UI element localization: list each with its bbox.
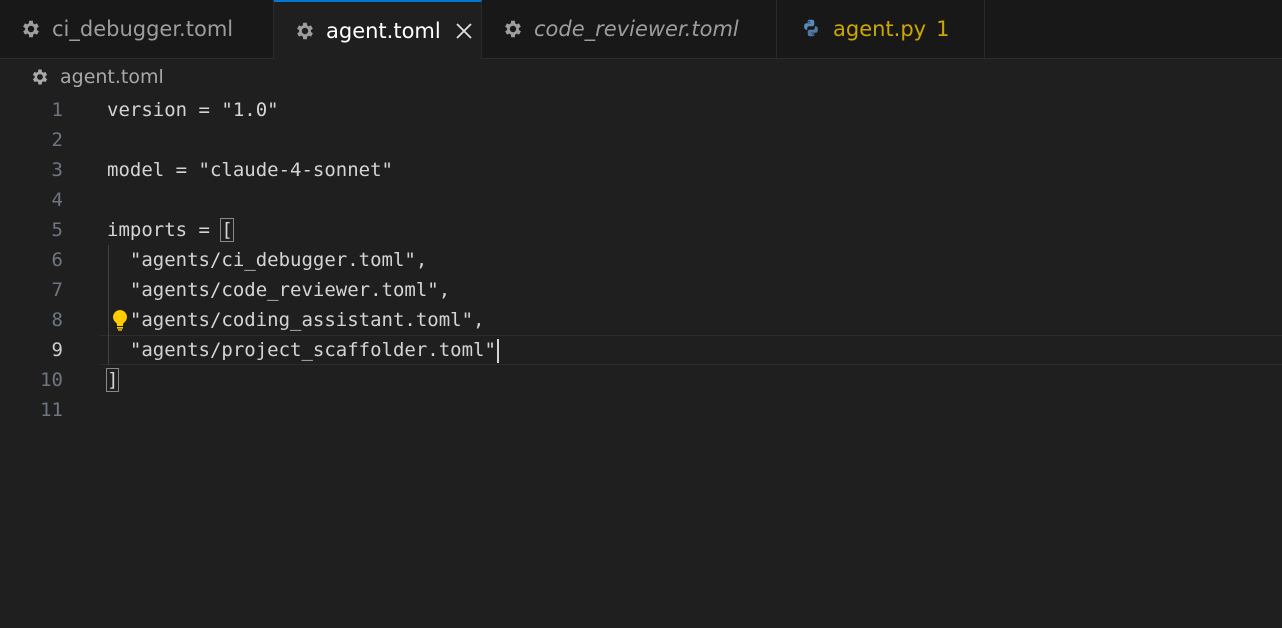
code-line-current[interactable]: 9 "agents/project_scaffolder.toml": [0, 335, 1282, 365]
line-number: 9: [51, 339, 63, 361]
line-text: ]: [105, 365, 120, 395]
problem-count-badge: 1: [936, 17, 950, 41]
lightbulb-icon[interactable]: [111, 309, 129, 331]
code-line[interactable]: 2: [0, 125, 1282, 155]
line-text: "agents/ci_debugger.toml",: [107, 249, 428, 271]
gear-icon: [294, 20, 316, 42]
code-line[interactable]: 1 version = "1.0": [0, 95, 1282, 125]
code-line[interactable]: 3 model = "claude-4-sonnet": [0, 155, 1282, 185]
tab-label: ci_debugger.toml: [52, 17, 234, 41]
line-text: model = "claude-4-sonnet": [107, 159, 393, 181]
tab-ci-debugger[interactable]: ci_debugger.toml: [0, 0, 274, 58]
code-line[interactable]: 7 "agents/code_reviewer.toml",: [0, 275, 1282, 305]
code-line[interactable]: 6 "agents/ci_debugger.toml",: [0, 245, 1282, 275]
line-text: "agents/coding_assistant.toml",: [107, 309, 485, 331]
close-icon[interactable]: [455, 22, 473, 40]
gear-icon: [30, 67, 50, 87]
python-icon: [801, 18, 823, 40]
line-text: imports = [: [107, 215, 234, 245]
code-editor[interactable]: 1 version = "1.0" 2 3 model = "claude-4-…: [0, 95, 1282, 425]
tab-agent-toml[interactable]: agent.toml: [274, 0, 482, 59]
line-number: 2: [51, 129, 63, 151]
tab-label: agent.py: [833, 17, 927, 41]
code-line[interactable]: 4: [0, 185, 1282, 215]
line-number: 11: [40, 399, 63, 421]
code-line[interactable]: 8 "agents/coding_assistant.toml",: [0, 305, 1282, 335]
breadcrumb[interactable]: agent.toml: [30, 64, 164, 90]
line-number: 7: [51, 279, 63, 301]
code-segment: "agents/project_scaffolder.toml": [107, 339, 496, 361]
tab-label: agent.toml: [326, 18, 441, 43]
code-segment: imports =: [107, 219, 222, 241]
matched-bracket: ]: [105, 368, 120, 392]
line-number: 8: [51, 309, 63, 331]
line-number: 10: [40, 369, 63, 391]
code-line[interactable]: 11: [0, 395, 1282, 425]
editor-tab-bar: ci_debugger.toml agent.toml code_reviewe…: [0, 0, 1282, 59]
matched-bracket: [: [220, 218, 234, 242]
breadcrumb-file-label: agent.toml: [60, 66, 164, 88]
line-number: 6: [51, 249, 63, 271]
code-line[interactable]: 10 ]: [0, 365, 1282, 395]
line-text: "agents/code_reviewer.toml",: [107, 279, 451, 301]
gear-icon: [20, 18, 42, 40]
tab-label: code_reviewer.toml: [534, 17, 739, 41]
line-number: 1: [51, 99, 63, 121]
tab-code-reviewer[interactable]: code_reviewer.toml: [482, 0, 777, 58]
line-text: version = "1.0": [107, 99, 279, 121]
line-number: 3: [51, 159, 63, 181]
line-text: "agents/project_scaffolder.toml": [107, 335, 499, 365]
text-cursor: [496, 338, 499, 363]
line-number: 4: [51, 189, 63, 211]
gear-icon: [502, 18, 524, 40]
code-line[interactable]: 5 imports = [: [0, 215, 1282, 245]
line-number: 5: [51, 219, 63, 241]
tab-agent-py[interactable]: agent.py 1: [777, 0, 985, 58]
